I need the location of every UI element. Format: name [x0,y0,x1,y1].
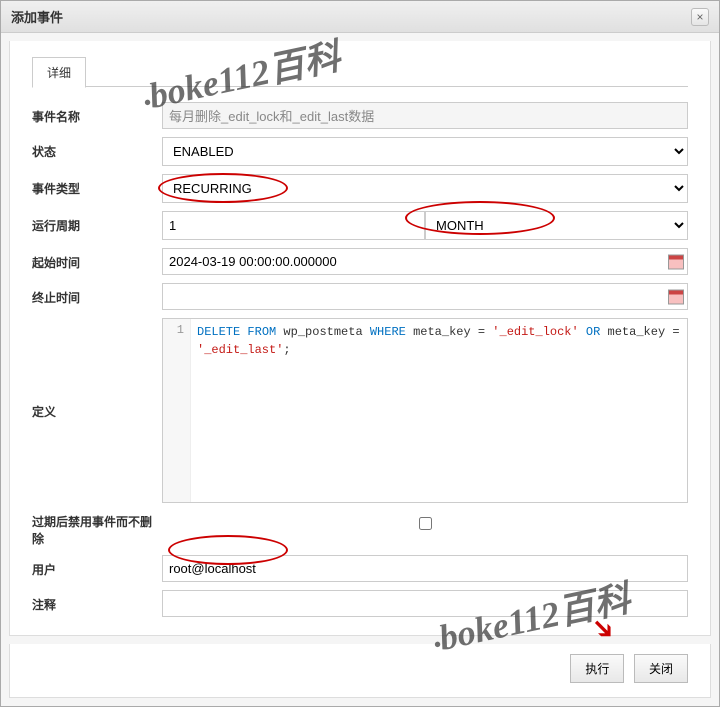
label-definition: 定义 [32,318,162,420]
event-type-select[interactable]: RECURRING [162,174,688,203]
label-run-period: 运行周期 [32,211,162,234]
dialog-header: 添加事件 × [1,1,719,33]
label-event-type: 事件类型 [32,174,162,197]
dialog-title: 添加事件 [11,7,63,26]
comment-input[interactable] [162,590,688,617]
period-number-input[interactable] [162,211,425,240]
close-button[interactable]: 关闭 [634,654,688,683]
tab-detail[interactable]: 详细 [32,57,86,88]
user-input[interactable] [162,555,688,582]
expire-disable-checkbox[interactable] [419,517,432,530]
label-comment: 注释 [32,590,162,613]
period-unit-select[interactable]: MONTH [425,211,688,240]
execute-button[interactable]: 执行 [570,654,624,683]
sql-code[interactable]: DELETE FROM wp_postmeta WHERE meta_key =… [191,319,687,502]
sql-editor[interactable]: 1 DELETE FROM wp_postmeta WHERE meta_key… [162,318,688,503]
label-start-time: 起始时间 [32,248,162,271]
calendar-icon[interactable] [668,289,684,304]
dialog-body: 详细 事件名称 状态 ENABLED 事件类型 RECURRING [9,41,711,636]
label-status: 状态 [32,137,162,160]
label-end-time: 终止时间 [32,283,162,306]
start-time-input[interactable] [162,248,688,275]
label-event-name: 事件名称 [32,102,162,125]
label-user: 用户 [32,555,162,578]
dialog-footer: 执行 关闭 [9,644,711,698]
status-select[interactable]: ENABLED [162,137,688,166]
calendar-icon[interactable] [668,254,684,269]
event-name-input[interactable] [162,102,688,129]
close-icon[interactable]: × [691,8,709,26]
label-expire-disable: 过期后禁用事件而不删除 [32,511,162,547]
add-event-dialog: 添加事件 × 详细 事件名称 状态 ENABLED 事件类型 [0,0,720,707]
tab-bar: 详细 [32,56,688,87]
end-time-input[interactable] [162,283,688,310]
line-gutter: 1 [163,319,191,502]
